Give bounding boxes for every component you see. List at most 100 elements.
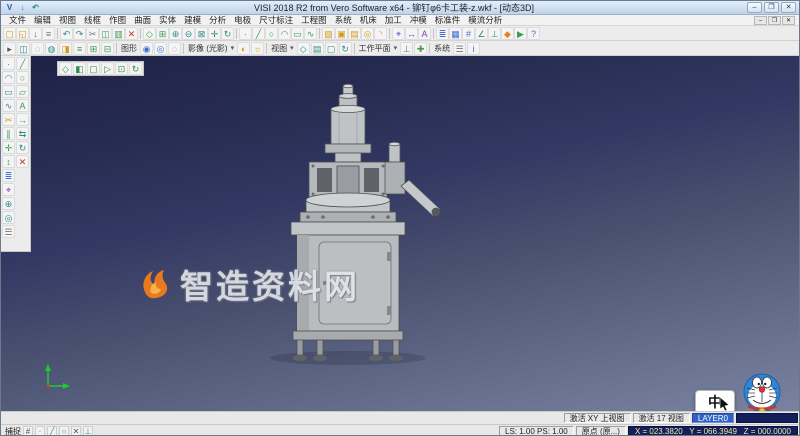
minimize-button[interactable]: ‒ xyxy=(747,2,762,13)
zoom-out-icon[interactable]: ⊖ xyxy=(182,27,195,40)
line-icon[interactable]: ╱ xyxy=(252,27,265,40)
pan-icon[interactable]: ✛ xyxy=(208,27,221,40)
chevron-down-icon[interactable]: ▾ xyxy=(394,44,398,52)
chevron-down-icon[interactable]: ▾ xyxy=(290,44,294,52)
active-layer-chip[interactable]: LAYER0 xyxy=(692,413,734,423)
extend-icon[interactable]: → xyxy=(16,113,29,126)
front-view-icon[interactable]: ▢ xyxy=(87,62,100,75)
group-label[interactable]: 工作平面 xyxy=(359,43,391,54)
explode-icon[interactable]: ⊟ xyxy=(101,42,114,55)
copy-icon[interactable]: ◫ xyxy=(99,27,112,40)
info-icon[interactable]: i xyxy=(467,42,480,55)
mask-icon[interactable]: ◫ xyxy=(17,42,30,55)
menu-item-编辑[interactable]: 编辑 xyxy=(30,14,55,26)
mirror-icon[interactable]: ⇆ xyxy=(16,127,29,140)
rectangle-icon[interactable]: ▭ xyxy=(291,27,304,40)
render-icon[interactable]: ◐ xyxy=(237,42,250,55)
annotate-icon[interactable]: A xyxy=(418,27,431,40)
redo-icon[interactable]: ↷ xyxy=(73,27,86,40)
new-icon[interactable]: ▢ xyxy=(3,27,16,40)
cad-model[interactable] xyxy=(263,82,443,367)
grid-icon[interactable]: ▦ xyxy=(449,27,462,40)
pan-view-icon[interactable]: ◎ xyxy=(2,211,15,224)
menu-item-实体[interactable]: 实体 xyxy=(155,14,180,26)
maximize-button[interactable]: ❐ xyxy=(764,2,779,13)
paste-icon[interactable]: ▥ xyxy=(112,27,125,40)
group-label[interactable]: 视图 xyxy=(271,43,287,54)
menu-item-建模[interactable]: 建模 xyxy=(180,14,205,26)
zoom-in-icon[interactable]: ⊕ xyxy=(169,27,182,40)
menu-item-工程图[interactable]: 工程图 xyxy=(297,14,331,26)
point-icon[interactable]: · xyxy=(239,27,252,40)
cpl-xy-icon[interactable]: ⊥ xyxy=(400,42,413,55)
cpl-new-icon[interactable]: ✚ xyxy=(414,42,427,55)
solid-icon[interactable]: ▣ xyxy=(335,27,348,40)
move-icon[interactable]: ✛ xyxy=(2,141,15,154)
top-view-icon[interactable]: ▤ xyxy=(311,42,324,55)
polygon-icon[interactable]: ▱ xyxy=(16,85,29,98)
iso-view-icon[interactable]: ◇ xyxy=(59,62,72,75)
shaded-icon[interactable]: ◉ xyxy=(140,42,153,55)
iso-view-icon[interactable]: ◇ xyxy=(297,42,310,55)
measure-icon[interactable]: ⌖ xyxy=(392,27,405,40)
right-view-icon[interactable]: ▷ xyxy=(101,62,114,75)
help-icon[interactable]: ? xyxy=(527,27,540,40)
color-icon[interactable]: ◨ xyxy=(59,42,72,55)
settings-icon[interactable]: ☰ xyxy=(2,225,15,238)
refresh-icon[interactable]: ↻ xyxy=(129,62,142,75)
scale-icon[interactable]: ↕ xyxy=(2,155,15,168)
menu-item-冲模[interactable]: 冲模 xyxy=(406,14,431,26)
menu-item-分析[interactable]: 分析 xyxy=(205,14,230,26)
snap-mid-icon[interactable]: ╱ xyxy=(47,426,57,436)
select-mode-icon[interactable]: ▸ xyxy=(3,42,16,55)
line-icon[interactable]: ╱ xyxy=(16,57,29,70)
zoom-icon[interactable]: ⊕ xyxy=(2,197,15,210)
revolve-icon[interactable]: ◎ xyxy=(361,27,374,40)
menu-item-加工[interactable]: 加工 xyxy=(381,14,406,26)
select-icon[interactable]: ◇ xyxy=(143,27,156,40)
zoom-extents-icon[interactable]: ⊡ xyxy=(115,62,128,75)
open-icon[interactable]: ◱ xyxy=(16,27,29,40)
3d-viewport[interactable]: ·╱◠○▭▱∿A✂→∥⇆✛↻↕✕≣⌖⊕◎☰ ◇◧▢▷⊡↻ xyxy=(1,56,800,411)
close-button[interactable]: ✕ xyxy=(781,2,796,13)
lights-icon[interactable]: ☼ xyxy=(251,42,264,55)
rectangle-icon[interactable]: ▭ xyxy=(2,85,15,98)
menu-item-标准件[interactable]: 标准件 xyxy=(431,14,465,26)
wireframe-icon[interactable]: ◎ xyxy=(154,42,167,55)
attributes-icon[interactable]: ≡ xyxy=(73,42,86,55)
surface-icon[interactable]: ▧ xyxy=(322,27,335,40)
offset-icon[interactable]: ∥ xyxy=(2,127,15,140)
electrode-icon[interactable]: ⊥ xyxy=(488,27,501,40)
active-workplane-indicator[interactable]: 激活 XY 上视图 xyxy=(564,413,631,423)
app-icon[interactable]: V xyxy=(4,2,15,13)
menu-item-电极[interactable]: 电极 xyxy=(230,14,255,26)
menu-item-视图[interactable]: 视图 xyxy=(55,14,80,26)
menu-item-系统[interactable]: 系统 xyxy=(331,14,356,26)
rotate-icon[interactable]: ↻ xyxy=(16,141,29,154)
cam-icon[interactable]: ◆ xyxy=(501,27,514,40)
hide-icon[interactable]: ◌ xyxy=(31,42,44,55)
snap-intersect-icon[interactable]: ✕ xyxy=(71,426,81,436)
mdi-restore-button[interactable]: ❐ xyxy=(768,16,781,25)
arc-icon[interactable]: ◠ xyxy=(2,71,15,84)
text-icon[interactable]: A xyxy=(16,99,29,112)
menu-item-机床[interactable]: 机床 xyxy=(356,14,381,26)
undo-quick-icon[interactable]: ↶ xyxy=(30,2,41,13)
spline-icon[interactable]: ∿ xyxy=(2,99,15,112)
point-icon[interactable]: · xyxy=(2,57,15,70)
print-icon[interactable]: ≡ xyxy=(42,27,55,40)
delete-icon[interactable]: ✕ xyxy=(125,27,138,40)
arc-icon[interactable]: ◠ xyxy=(278,27,291,40)
menu-item-文件[interactable]: 文件 xyxy=(5,14,30,26)
mdi-minimize-button[interactable]: ‒ xyxy=(754,16,767,25)
menu-item-模流分析[interactable]: 模流分析 xyxy=(464,14,506,26)
show-all-icon[interactable]: ◍ xyxy=(45,42,58,55)
save-icon[interactable]: ↓ xyxy=(29,27,42,40)
curve-icon[interactable]: ∿ xyxy=(304,27,317,40)
dimension-icon[interactable]: ↔ xyxy=(405,27,418,40)
undo-icon[interactable]: ↶ xyxy=(60,27,73,40)
menu-item-尺寸标注[interactable]: 尺寸标注 xyxy=(255,14,297,26)
extrude-icon[interactable]: ▤ xyxy=(348,27,361,40)
front-view-icon[interactable]: ▢ xyxy=(325,42,338,55)
layers-icon[interactable]: ≣ xyxy=(436,27,449,40)
